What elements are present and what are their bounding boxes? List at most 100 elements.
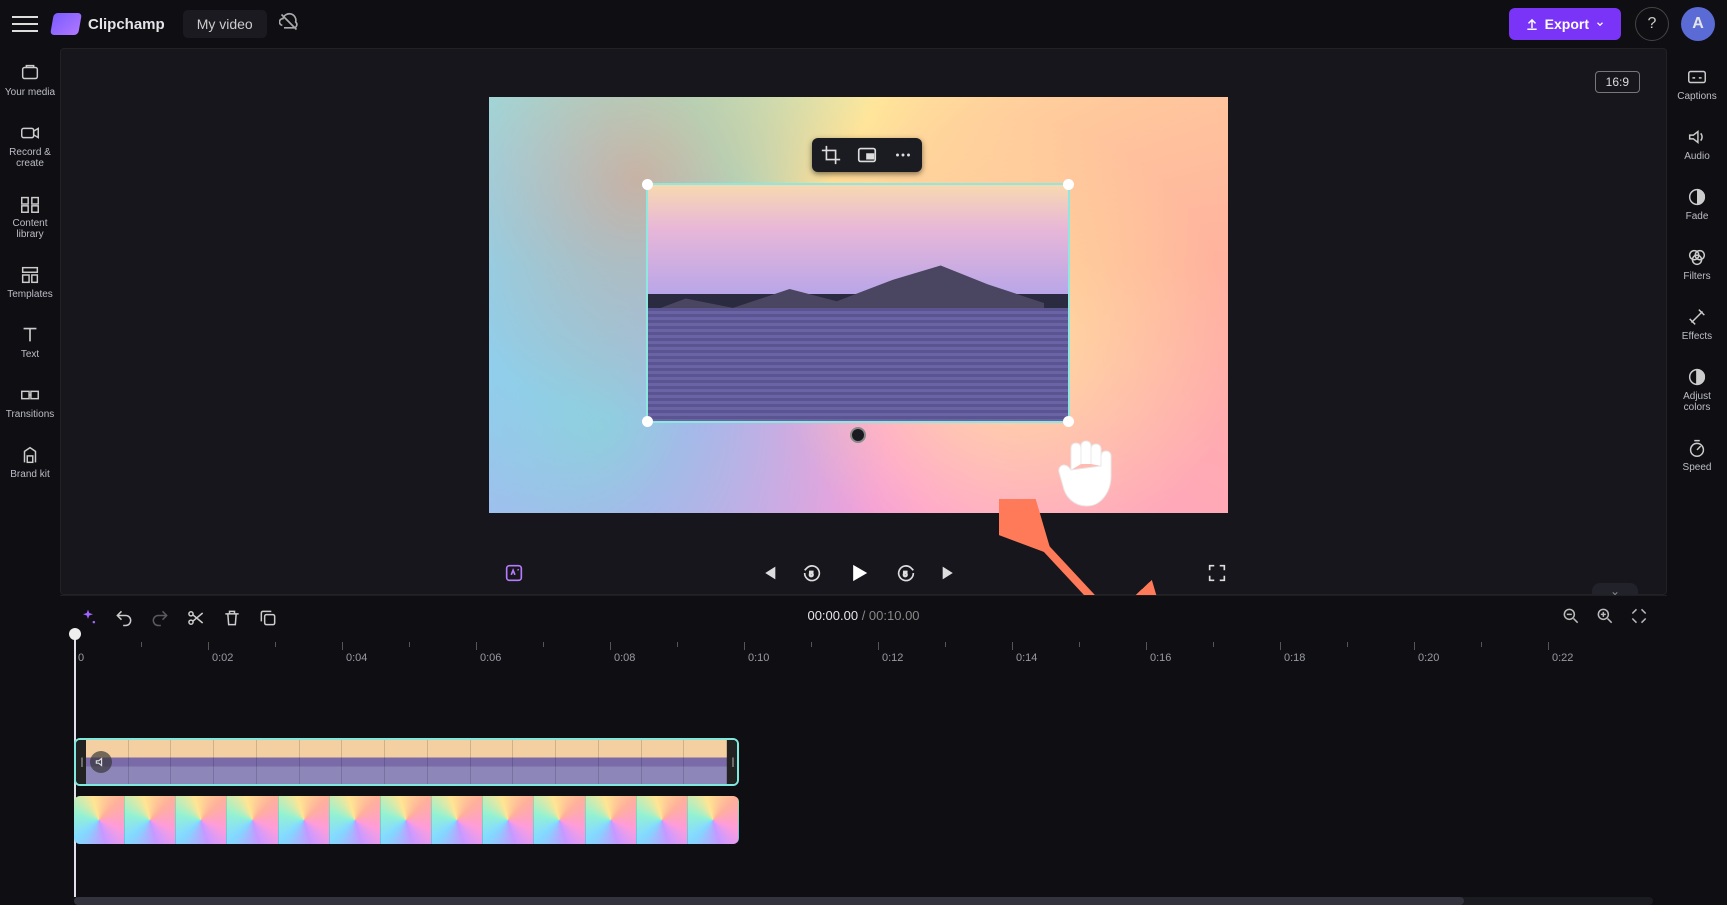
timeline-panel: 00:00.00 / 00:10.00 0 0:02 0:04 0:06 0:08 0:1… — [60, 595, 1667, 905]
split-button[interactable] — [186, 608, 206, 628]
preview-stage: 16:9 5 5 ⌄ — [60, 48, 1667, 595]
ruler-label: 0:20 — [1418, 652, 1439, 664]
track-video-2[interactable] — [74, 796, 1653, 844]
playback-controls: 5 5 — [489, 547, 1228, 599]
timeline-clip-gradient[interactable] — [74, 796, 739, 844]
rightbar-item-audio[interactable]: Audio — [1669, 120, 1725, 168]
forward-5-button[interactable]: 5 — [895, 562, 917, 584]
pointer-hand-icon — [1051, 434, 1121, 512]
ai-enhance-button[interactable] — [503, 562, 525, 584]
rightbar-label: Speed — [1683, 462, 1712, 473]
export-label: Export — [1545, 16, 1589, 32]
rotate-handle[interactable] — [850, 427, 866, 443]
selected-clip[interactable] — [646, 183, 1070, 423]
crop-button[interactable] — [820, 144, 842, 166]
rightbar-item-effects[interactable]: Effects — [1669, 300, 1725, 348]
avatar[interactable]: A — [1681, 7, 1715, 41]
sidebar-item-transitions[interactable]: Transitions — [3, 378, 57, 426]
rightbar-label: Effects — [1682, 331, 1712, 342]
timeline-zoom-controls — [1561, 606, 1649, 626]
sidebar-label: Text — [21, 349, 39, 360]
rightbar-label: Adjust colors — [1669, 391, 1725, 413]
svg-text:5: 5 — [903, 570, 907, 579]
sidebar-item-record-create[interactable]: Record & create — [3, 116, 57, 175]
clip-trim-left[interactable]: || — [76, 740, 86, 784]
timeline-scrollbar[interactable] — [74, 897, 1653, 905]
rightbar-label: Captions — [1677, 91, 1716, 102]
project-name[interactable]: My video — [183, 10, 267, 38]
timecode-display: 00:00.00 / 00:10.00 — [807, 608, 919, 623]
ai-timeline-button[interactable] — [78, 608, 98, 628]
ruler-label: 0:18 — [1284, 652, 1305, 664]
ruler-label: 0:12 — [882, 652, 903, 664]
sidebar-label: Templates — [7, 289, 53, 300]
skip-back-button[interactable] — [757, 562, 779, 584]
menu-button[interactable] — [12, 11, 38, 37]
rightbar-item-captions[interactable]: Captions — [1669, 60, 1725, 108]
clip-water — [648, 308, 1068, 421]
zoom-out-button[interactable] — [1561, 606, 1581, 626]
skip-forward-button[interactable] — [939, 562, 961, 584]
ruler-label: 0:14 — [1016, 652, 1037, 664]
sidebar-item-text[interactable]: Text — [3, 318, 57, 366]
resize-handle-bl[interactable] — [642, 416, 653, 427]
delete-button[interactable] — [222, 608, 242, 628]
resize-handle-tl[interactable] — [642, 179, 653, 190]
rightbar-item-filters[interactable]: Filters — [1669, 240, 1725, 288]
ruler-label: 0 — [78, 652, 84, 664]
sidebar-label: Transitions — [6, 409, 55, 420]
track-video-1[interactable]: || || — [74, 738, 1653, 786]
rightbar-label: Fade — [1686, 211, 1709, 222]
ruler-label: 0:10 — [748, 652, 769, 664]
play-button[interactable] — [845, 559, 873, 587]
rightbar-label: Filters — [1683, 271, 1710, 282]
clip-mute-button[interactable] — [90, 751, 112, 773]
app-name: Clipchamp — [88, 16, 165, 33]
pip-button[interactable] — [856, 144, 878, 166]
fullscreen-button[interactable] — [1206, 562, 1228, 584]
top-bar: Clipchamp My video Export ? A — [0, 0, 1727, 48]
sidebar-item-brand-kit[interactable]: Brand kit — [3, 438, 57, 486]
resize-handle-br[interactable] — [1063, 416, 1074, 427]
duration: 00:10.00 — [869, 608, 920, 623]
resize-handle-tr[interactable] — [1063, 179, 1074, 190]
sidebar-label: Content library — [3, 218, 57, 240]
rightbar-item-speed[interactable]: Speed — [1669, 431, 1725, 479]
svg-text:5: 5 — [809, 570, 813, 579]
zoom-fit-button[interactable] — [1629, 606, 1649, 626]
zoom-in-button[interactable] — [1595, 606, 1615, 626]
redo-button[interactable] — [150, 608, 170, 628]
scrollbar-thumb[interactable] — [74, 897, 1464, 905]
ruler-label: 0:22 — [1552, 652, 1573, 664]
timeline-ruler[interactable]: 0 0:02 0:04 0:06 0:08 0:10 0:12 0:14 0:16 0:18 0:2… — [68, 640, 1659, 668]
rightbar-label: Audio — [1684, 151, 1710, 162]
sync-off-icon[interactable] — [279, 12, 299, 37]
ruler-label: 0:06 — [480, 652, 501, 664]
timeline-tracks: || || — [74, 678, 1653, 897]
sidebar-label: Your media — [5, 87, 55, 98]
export-button[interactable]: Export — [1509, 8, 1621, 40]
rightbar-item-fade[interactable]: Fade — [1669, 180, 1725, 228]
ruler-label: 0:16 — [1150, 652, 1171, 664]
sidebar-item-templates[interactable]: Templates — [3, 258, 57, 306]
undo-button[interactable] — [114, 608, 134, 628]
clipchamp-logo — [50, 13, 82, 35]
help-button[interactable]: ? — [1635, 7, 1669, 41]
aspect-ratio-button[interactable]: 16:9 — [1595, 71, 1640, 93]
ruler-label: 0:08 — [614, 652, 635, 664]
clip-trim-right[interactable]: || — [727, 740, 737, 784]
duplicate-button[interactable] — [258, 608, 278, 628]
timeline-clip-sunset[interactable]: || || — [74, 738, 739, 786]
more-button[interactable] — [892, 144, 914, 166]
sidebar-label: Brand kit — [10, 469, 49, 480]
sidebar-label: Record & create — [3, 147, 57, 169]
sidebar-item-your-media[interactable]: Your media — [3, 56, 57, 104]
current-time: 00:00.00 — [807, 608, 858, 623]
sidebar-item-content-library[interactable]: Content library — [3, 187, 57, 246]
rightbar-item-adjust-colors[interactable]: Adjust colors — [1669, 360, 1725, 419]
left-sidebar: Your media Record & create Content libra… — [0, 48, 60, 905]
ruler-label: 0:02 — [212, 652, 233, 664]
ruler-label: 0:04 — [346, 652, 367, 664]
rewind-5-button[interactable]: 5 — [801, 562, 823, 584]
clip-floating-toolbar — [812, 138, 922, 172]
